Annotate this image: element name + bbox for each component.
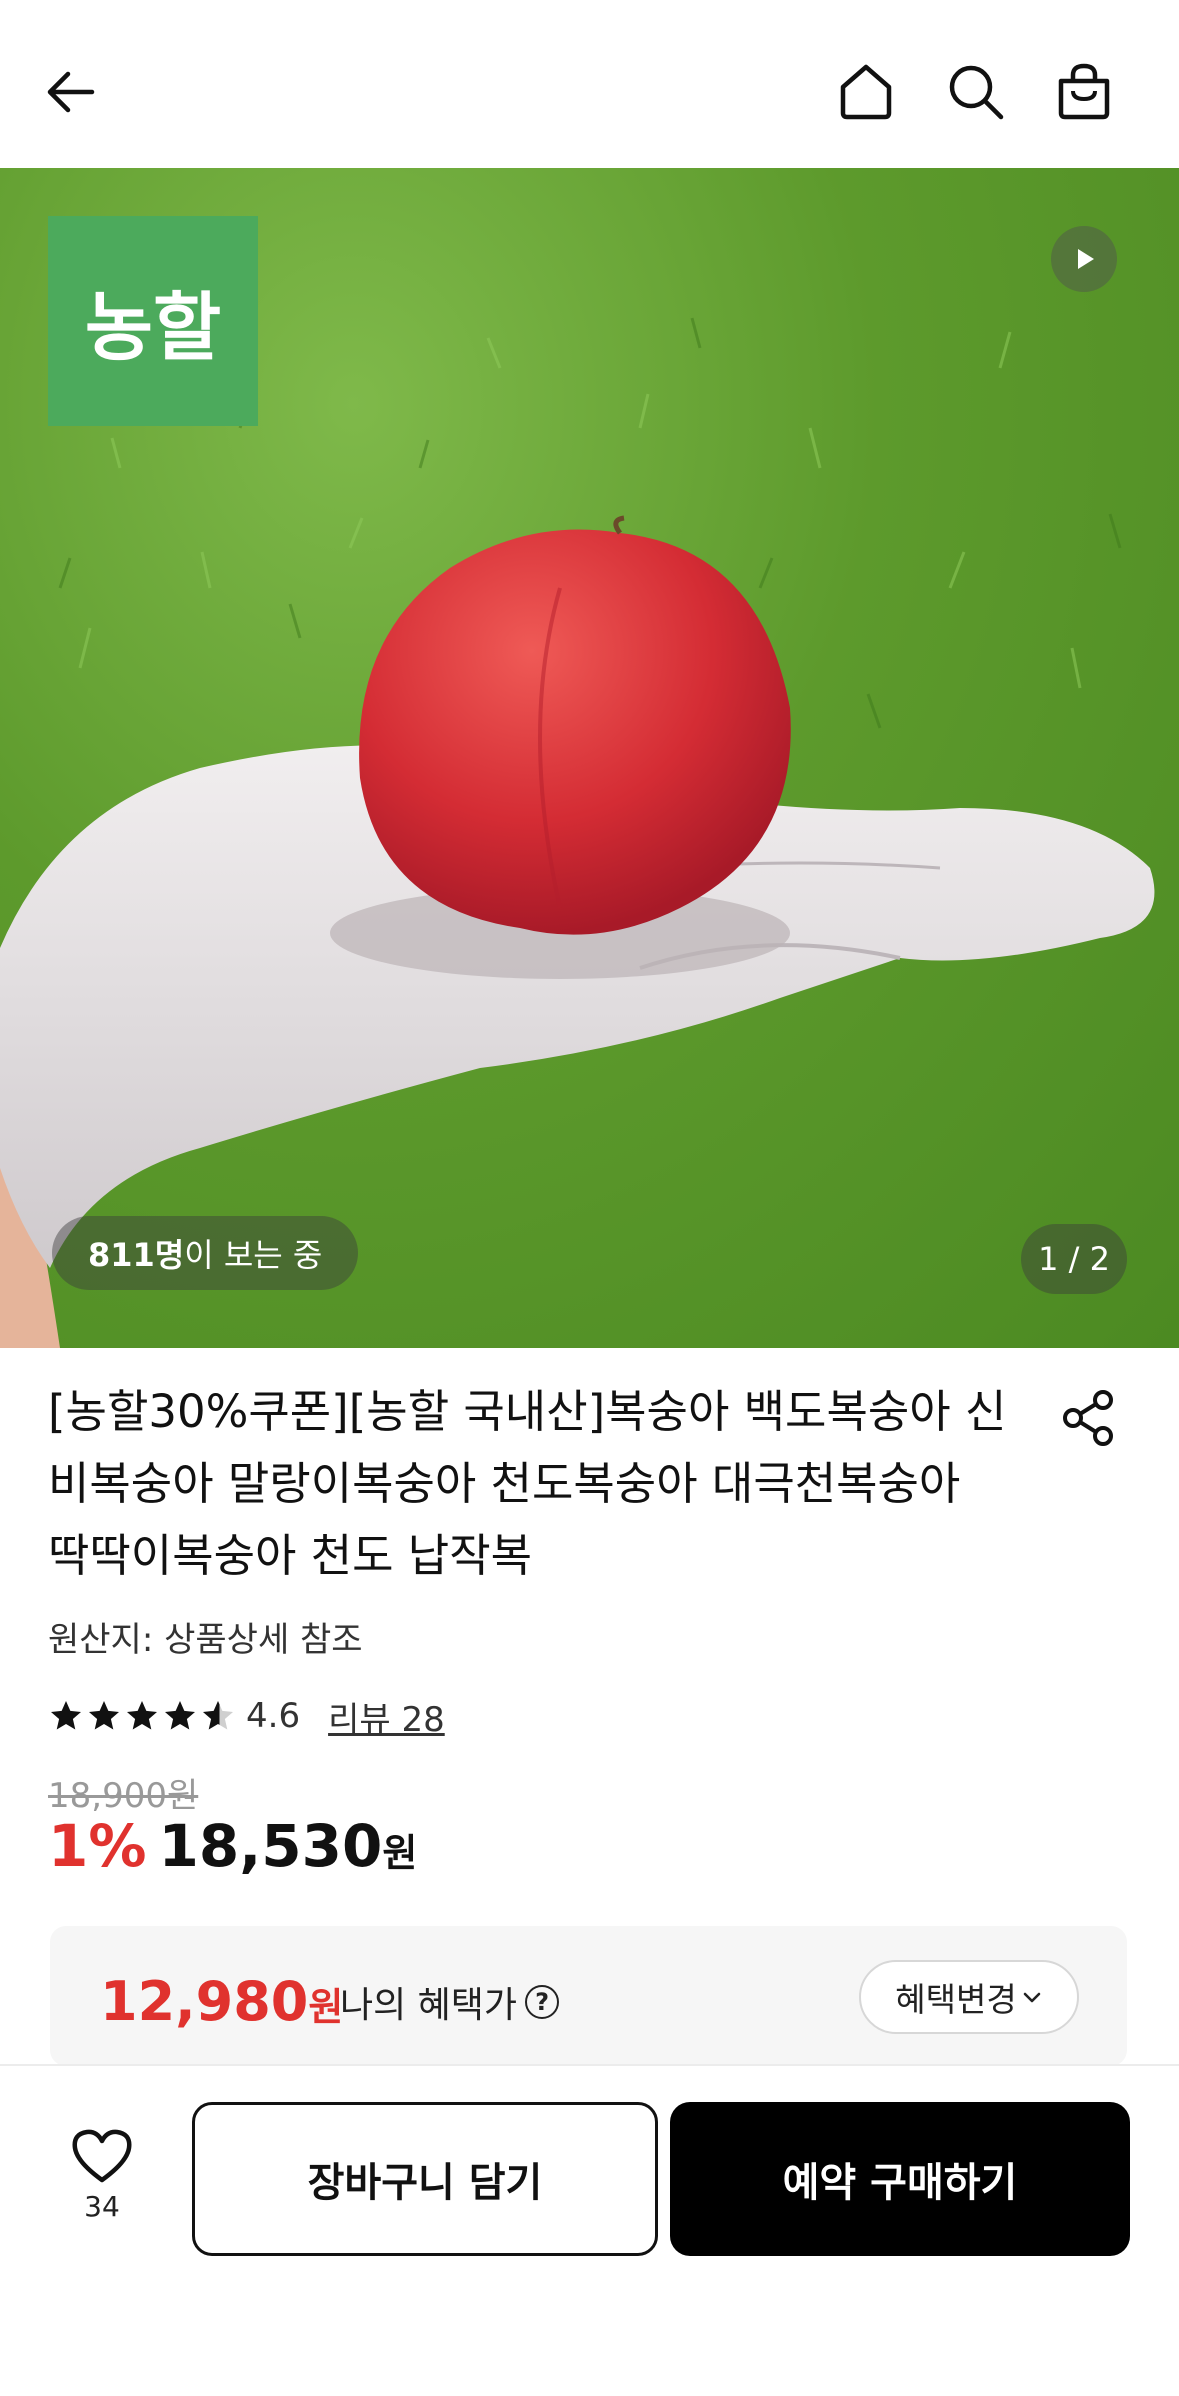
benefit-label-row: 나의 혜택가 ? (340, 1976, 560, 2028)
back-arrow-icon[interactable] (32, 52, 112, 132)
sale-price-unit: 원 (382, 1831, 418, 1875)
sale-price-row: 1% 18,530 원 (48, 1812, 417, 1892)
heart-icon (72, 2129, 132, 2183)
reviews-link[interactable]: 리뷰 28 (328, 1692, 445, 1741)
viewers-badge: 811명 이 보는 중 (52, 1216, 359, 1290)
viewers-suffix: 이 보는 중 (184, 1236, 323, 1274)
change-benefit-label: 혜택변경 (895, 1980, 1017, 2019)
search-icon[interactable] (936, 52, 1016, 132)
benefit-price: 12,980 원 (100, 1970, 343, 2033)
viewers-count: 811명 (88, 1236, 185, 1274)
play-icon (1078, 249, 1094, 269)
benefit-price-unit: 원 (308, 1985, 344, 2029)
benefit-price-amount: 12,980 (100, 1970, 309, 2033)
rating-stars (48, 1698, 236, 1734)
rating-score: 4.6 (246, 1696, 301, 1736)
rating-row: 4.6 리뷰 28 (48, 1690, 445, 1742)
home-icon[interactable] (826, 52, 906, 132)
help-icon[interactable]: ? (525, 1985, 560, 2019)
product-image-carousel[interactable]: 농할 811명 이 보는 중 1 / 2 (0, 168, 1179, 1348)
star-icon (127, 1701, 157, 1730)
video-play-button[interactable] (1051, 226, 1117, 292)
wishlist-button[interactable]: 34 (62, 2126, 142, 2223)
discount-rate: 1% (48, 1812, 147, 1880)
star-half-icon (203, 1701, 233, 1730)
reserve-purchase-button[interactable]: 예약 구매하기 (670, 2102, 1130, 2256)
bottom-purchase-bar: 34 장바구니 담기 예약 구매하기 (0, 2064, 1179, 2396)
star-icon (165, 1701, 195, 1730)
benefit-price-box: 12,980 원 나의 혜택가 ? 혜택변경 (50, 1926, 1127, 2066)
chevron-down-icon (1023, 1992, 1041, 2003)
share-icon[interactable] (1059, 1388, 1119, 1448)
product-title: [농할30%쿠폰][농할 국내산]복숭아 백도복숭아 신비복숭아 말랑이복숭아 … (48, 1385, 1007, 1582)
change-benefit-button[interactable]: 혜택변경 (859, 1960, 1079, 2034)
star-icon (89, 1701, 119, 1730)
image-pager: 1 / 2 (1021, 1224, 1127, 1294)
add-to-cart-button[interactable]: 장바구니 담기 (192, 2102, 658, 2256)
sale-price: 18,530 (158, 1812, 383, 1880)
origin-info: 원산지: 상품상세 참조 (48, 1620, 363, 1660)
original-price: 18,900원 (48, 1776, 199, 1816)
star-icon (51, 1701, 81, 1730)
brand-logo-text: 농할 (84, 284, 222, 371)
brand-logo: 농할 (48, 216, 258, 426)
top-nav-bar (0, 0, 1179, 168)
benefit-label: 나의 혜택가 (340, 1985, 518, 2026)
shopping-bag-icon[interactable] (1044, 52, 1124, 132)
wishlist-count: 34 (84, 2190, 120, 2223)
